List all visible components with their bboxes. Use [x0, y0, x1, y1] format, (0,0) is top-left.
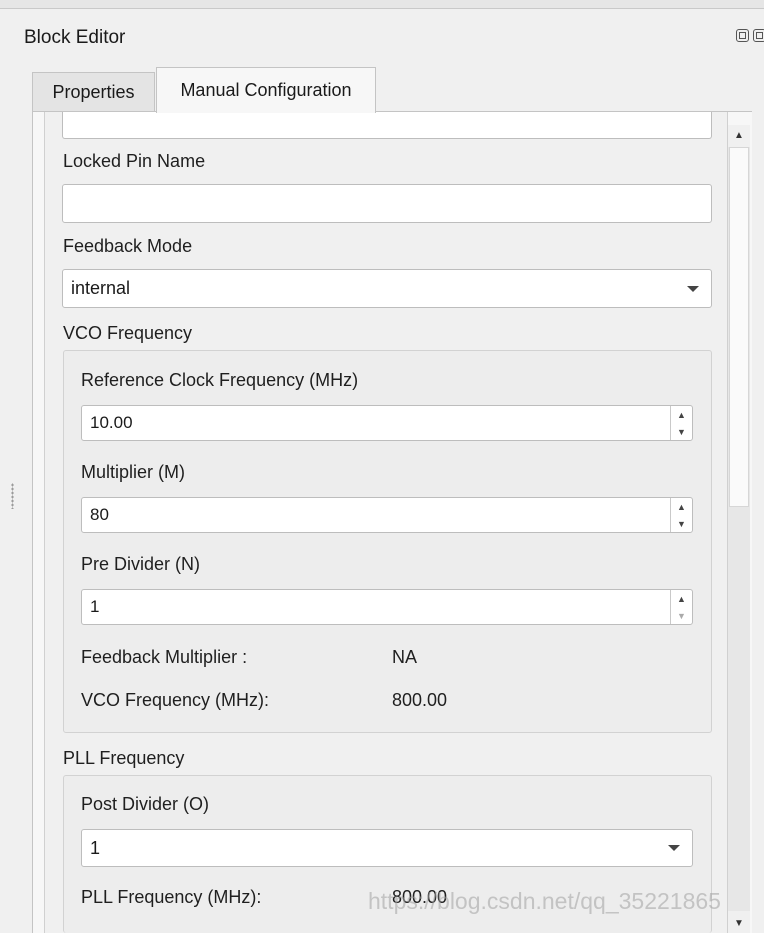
spin-up-icon[interactable]: ▲	[671, 406, 692, 423]
tab-properties[interactable]: Properties	[32, 72, 155, 112]
vco-group-title: VCO Frequency	[63, 323, 193, 343]
chevron-down-icon[interactable]	[687, 285, 699, 292]
multiplier-spinbox[interactable]: 80 ▲ ▼	[81, 497, 693, 533]
restore-icon[interactable]	[736, 29, 749, 42]
spin-down-icon[interactable]: ▼	[671, 515, 692, 532]
ref-clock-stepper[interactable]: ▲ ▼	[670, 406, 692, 440]
window-title: Block Editor	[24, 27, 126, 48]
vco-frequency-value: 800.00	[392, 690, 448, 710]
feedback-mode-label: Feedback Mode	[63, 236, 193, 256]
previous-field-input[interactable]	[62, 112, 712, 139]
feedback-mode-select[interactable]: internal	[62, 269, 712, 308]
feedback-multiplier-value: NA	[392, 647, 418, 667]
post-divider-value: 1	[90, 837, 101, 858]
splitter-handle[interactable]	[11, 483, 14, 509]
ref-clock-label: Reference Clock Frequency (MHz)	[81, 370, 359, 390]
multiplier-stepper[interactable]: ▲ ▼	[670, 498, 692, 532]
scroll-up-icon[interactable]: ▲	[728, 125, 750, 145]
pre-divider-label: Pre Divider (N)	[81, 554, 201, 574]
ref-clock-spinbox[interactable]: 10.00 ▲ ▼	[81, 405, 693, 441]
feedback-multiplier-label: Feedback Multiplier :	[81, 647, 248, 667]
spin-down-icon[interactable]: ▼	[671, 607, 692, 624]
multiplier-value: 80	[90, 505, 109, 524]
scroll-down-icon[interactable]: ▼	[728, 913, 750, 933]
scrollbar-track[interactable]	[728, 147, 750, 911]
window-controls	[736, 29, 764, 42]
feedback-mode-value: internal	[71, 278, 131, 298]
pre-divider-value: 1	[90, 597, 100, 616]
watermark: https://blog.csdn.net/qq_35221865	[368, 888, 721, 914]
post-divider-label: Post Divider (O)	[81, 794, 210, 814]
spin-up-icon[interactable]: ▲	[671, 498, 692, 515]
pre-divider-stepper[interactable]: ▲ ▼	[670, 590, 692, 624]
vco-frequency-label: VCO Frequency (MHz):	[81, 690, 270, 710]
scrollbar-thumb[interactable]	[729, 147, 749, 507]
close-icon[interactable]	[753, 29, 764, 42]
vertical-scrollbar[interactable]: ▲ ▼	[728, 125, 750, 933]
spin-down-icon[interactable]: ▼	[671, 423, 692, 440]
multiplier-label: Multiplier (M)	[81, 462, 186, 482]
pll-group-title: PLL Frequency	[63, 748, 185, 768]
pll-frequency-label: PLL Frequency (MHz):	[81, 887, 262, 907]
ref-clock-value: 10.00	[90, 413, 133, 432]
pre-divider-spinbox[interactable]: 1 ▲ ▼	[81, 589, 693, 625]
locked-pin-name-input[interactable]	[62, 184, 712, 223]
post-divider-select[interactable]: 1	[81, 829, 693, 867]
locked-pin-name-label: Locked Pin Name	[63, 151, 206, 171]
chevron-down-icon[interactable]	[668, 845, 680, 851]
tab-manual-configuration[interactable]: Manual Configuration	[156, 67, 376, 113]
window-top-border	[0, 0, 764, 9]
spin-up-icon[interactable]: ▲	[671, 590, 692, 607]
